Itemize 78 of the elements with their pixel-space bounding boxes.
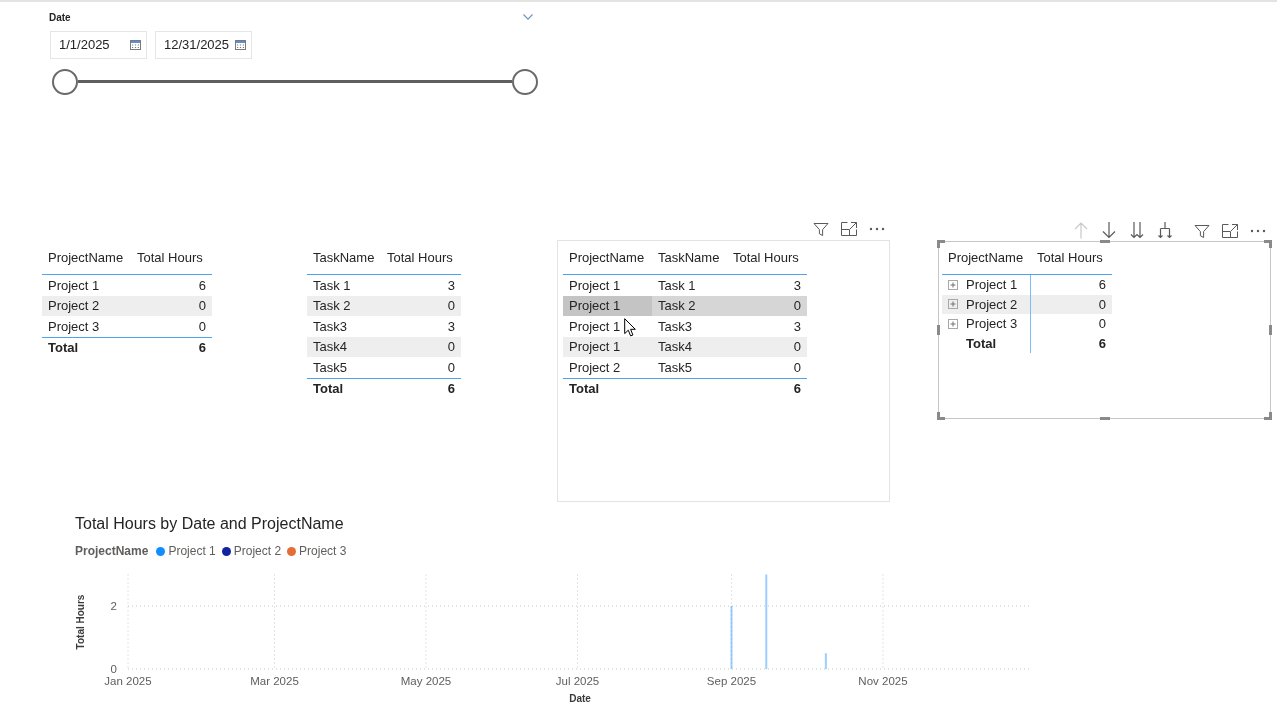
table-cell: Task 2: [307, 295, 381, 316]
date-input[interactable]: 1/1/2025: [50, 31, 147, 59]
legend-title: ProjectName: [75, 543, 149, 560]
filter-icon[interactable]: [1194, 222, 1210, 239]
axis-tick-label: 2: [110, 600, 117, 612]
mouse-pointer-icon: [624, 318, 636, 337]
table-cell: Task4: [652, 336, 727, 357]
column-header[interactable]: Total Hours: [727, 246, 807, 274]
column-header[interactable]: Total Hours: [131, 246, 212, 274]
resize-handle[interactable]: [937, 240, 945, 248]
calendar-icon[interactable]: [130, 40, 141, 50]
column-header[interactable]: ProjectName: [942, 246, 1031, 274]
expand-icon[interactable]: [948, 299, 958, 310]
table-cell: 0: [727, 295, 807, 316]
resize-handle[interactable]: [937, 325, 940, 335]
total-value: 6: [197, 339, 207, 357]
slider-handle[interactable]: [512, 68, 538, 95]
down-arrow-icon[interactable]: [1102, 222, 1116, 239]
column-header[interactable]: Total Hours: [1031, 246, 1112, 274]
resize-handle[interactable]: [1269, 325, 1272, 335]
resize-handle[interactable]: [937, 412, 945, 420]
total-label: Total: [966, 334, 997, 353]
column-header[interactable]: TaskName: [307, 246, 381, 274]
column-header[interactable]: TaskName: [652, 246, 727, 274]
table-cell: Task 2: [652, 295, 727, 316]
focus-mode-icon[interactable]: [841, 222, 857, 236]
column-header[interactable]: ProjectName: [563, 246, 652, 274]
total-value: 6: [446, 380, 456, 398]
date-input[interactable]: 12/31/2025: [155, 31, 252, 59]
table-cell: Task4: [307, 336, 381, 357]
expand-icon[interactable]: [948, 318, 958, 329]
axis-tick-label: May 2025: [400, 675, 452, 687]
double-down-arrow-icon[interactable]: [1130, 222, 1144, 239]
expand-icon[interactable]: [948, 279, 958, 290]
focus-mode-icon[interactable]: [1222, 223, 1238, 238]
table-cell: 0: [727, 336, 807, 357]
more-options-icon[interactable]: [869, 227, 885, 231]
total-value: 6: [792, 380, 802, 398]
total-label: Total: [312, 380, 345, 398]
split-down-arrows-icon[interactable]: [1158, 222, 1172, 239]
slider-handle[interactable]: [52, 68, 78, 95]
slicer-title: Date: [49, 10, 71, 25]
table-cell: 0: [381, 336, 461, 357]
chart-bar: [730, 606, 733, 669]
more-options-icon[interactable]: [1250, 228, 1266, 233]
axis-title: Total Hours: [75, 594, 86, 650]
axis-tick-label: Sep 2025: [706, 675, 757, 687]
total-value: 6: [1097, 334, 1107, 353]
table-cell: Project 1: [563, 295, 652, 316]
legend-label: Project 2: [233, 543, 282, 560]
calendar-icon[interactable]: [235, 40, 246, 50]
table-cell: 0: [381, 295, 461, 316]
row-header[interactable]: Project 1: [966, 275, 1018, 295]
chart-bar: [824, 653, 827, 669]
filter-icon[interactable]: [813, 221, 829, 237]
legend-label: Project 3: [299, 543, 347, 560]
table-cell: Project 1: [563, 336, 652, 357]
axis-tick-label: Mar 2025: [250, 675, 299, 687]
table-cell: Project 2: [42, 295, 131, 316]
axis-title: Date: [569, 693, 591, 704]
axis-tick-label: Nov 2025: [858, 675, 908, 687]
resize-handle[interactable]: [1099, 417, 1110, 420]
row-header[interactable]: Project 3: [966, 314, 1018, 334]
total-label: Total: [568, 380, 601, 398]
resize-handle[interactable]: [1264, 240, 1272, 248]
resize-handle[interactable]: [1264, 412, 1272, 420]
column-header[interactable]: ProjectName: [42, 246, 131, 274]
axis-tick-label: 0: [110, 663, 117, 675]
chart-title: Total Hours by Date and ProjectName: [75, 514, 344, 534]
total-label: Total: [47, 339, 80, 357]
legend-label: Project 1: [168, 543, 216, 560]
axis-tick-label: Jul 2025: [555, 675, 600, 687]
column-header[interactable]: Total Hours: [381, 246, 461, 274]
table-cell: 0: [1031, 294, 1112, 314]
resize-handle[interactable]: [1099, 240, 1110, 243]
table-cell: 0: [131, 295, 212, 316]
axis-tick-label: Jan 2025: [104, 675, 152, 687]
chevron-down-icon[interactable]: [523, 14, 533, 20]
